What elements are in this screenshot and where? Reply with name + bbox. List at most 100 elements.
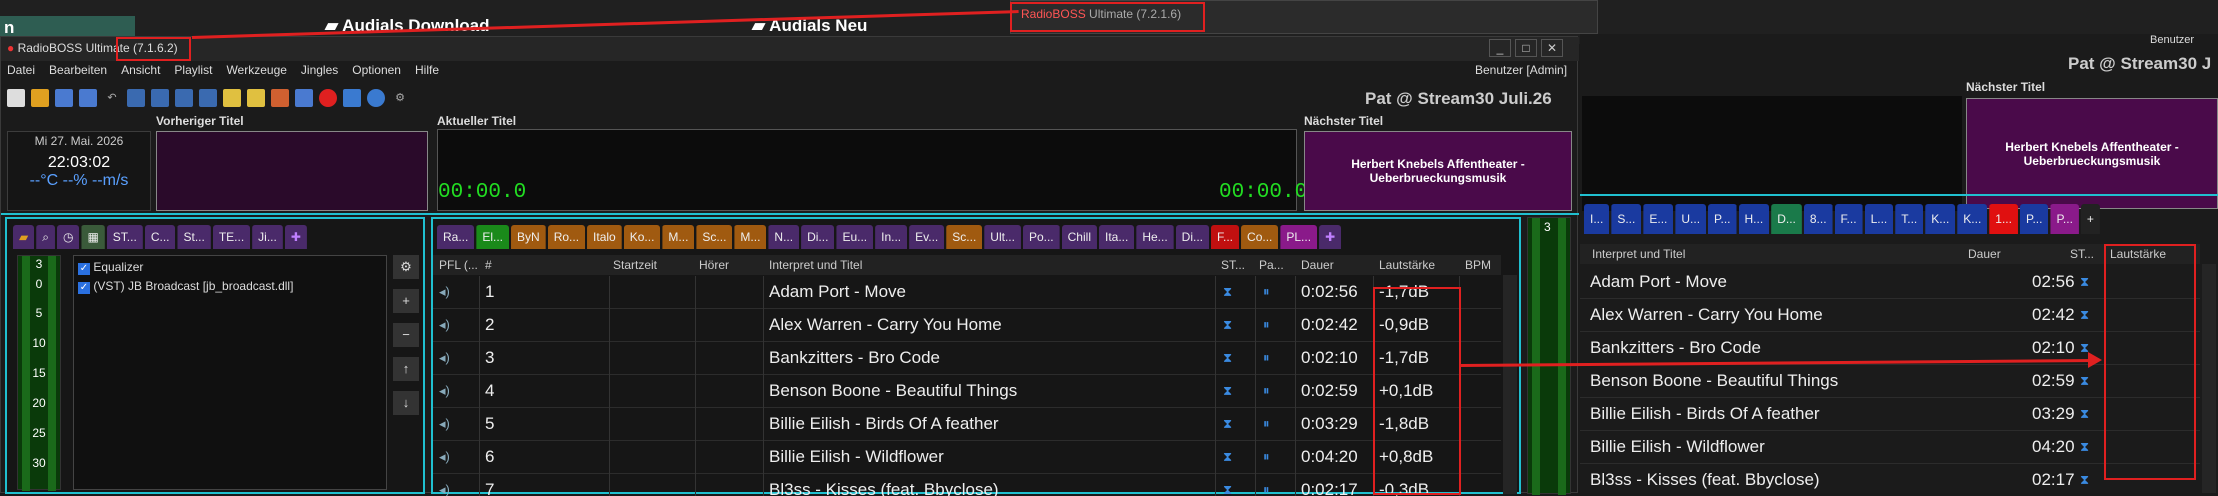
pause-icon[interactable]: ⏸ — [1263, 449, 1270, 465]
left-tab-ji[interactable]: Ji... — [252, 225, 283, 249]
playlist-tab[interactable]: Po... — [1022, 225, 1060, 249]
playlist-tab[interactable]: El... — [476, 225, 510, 249]
menu-ansicht[interactable]: Ansicht — [121, 63, 160, 83]
add-tab-button[interactable]: ✚ — [284, 225, 307, 249]
col-pa[interactable]: Pa... — [1259, 258, 1284, 272]
stop-icon[interactable]: ⧗ — [1223, 449, 1232, 465]
close-button[interactable]: ✕ — [1541, 39, 1563, 57]
table-row[interactable]: ◂) 6 Billie Eilish - Wildflower ⧗ ⏸ 0:04:20 +0… — [433, 441, 1501, 474]
stop-icon[interactable]: ⧗ — [2080, 439, 2089, 455]
playlist-tab[interactable]: PL... — [1280, 225, 1318, 249]
save-icon[interactable] — [55, 89, 73, 107]
col-listeners[interactable]: Hörer — [699, 258, 729, 272]
layout-2-icon[interactable] — [151, 89, 169, 107]
second-next-title[interactable]: Herbert Knebels Affentheater - Ueberbrue… — [1966, 98, 2218, 209]
playlist-scrollbar[interactable] — [1503, 275, 1517, 494]
pause-icon[interactable]: ⏸ — [1263, 416, 1270, 432]
layout-1-icon[interactable] — [127, 89, 145, 107]
speaker-icon[interactable]: ◂) — [439, 383, 450, 399]
second-playlist-tab[interactable]: 1... — [1989, 204, 2018, 234]
second-playlist-tab[interactable]: D... — [1771, 204, 1802, 234]
second-scrollbar[interactable] — [2202, 264, 2216, 493]
search-tab[interactable]: ⌕ — [36, 225, 55, 249]
playlist-tab[interactable]: Ita... — [1098, 225, 1135, 249]
playlist-tab[interactable]: Ra... — [437, 225, 475, 249]
playlist-tab[interactable]: M... — [734, 225, 767, 249]
playlist-tab[interactable]: Ro... — [547, 225, 586, 249]
stop-icon[interactable]: ⧗ — [1223, 317, 1232, 333]
table-row[interactable]: ◂) 4 Benson Boone - Beautiful Things ⧗ ⏸ 0:02… — [433, 375, 1501, 408]
pause-icon[interactable]: ⏸ — [1263, 350, 1270, 366]
playlist-tab[interactable]: Co... — [1241, 225, 1279, 249]
stop-icon[interactable]: ⧗ — [1223, 482, 1232, 496]
left-tab-c[interactable]: C... — [144, 225, 176, 249]
playlist-tab[interactable]: Ko... — [623, 225, 661, 249]
speaker-icon[interactable]: ◂) — [439, 284, 450, 300]
settings-icon[interactable]: ⚙ — [391, 89, 409, 107]
speaker-icon[interactable]: ◂) — [439, 416, 450, 432]
table-row[interactable]: ◂) 5 Billie Eilish - Birds Of A feather ⧗ ⏸ 0… — [433, 408, 1501, 441]
down-icon[interactable]: ↓ — [393, 391, 419, 415]
menu-datei[interactable]: Datei — [7, 63, 35, 83]
stop-icon[interactable]: ⧗ — [2080, 373, 2089, 389]
broadcast-icon[interactable] — [367, 89, 385, 107]
col-bpm[interactable]: BPM — [1465, 258, 1491, 272]
col-artist[interactable]: Interpret und Titel — [769, 258, 862, 272]
add-playlist-tab-button[interactable]: ✚ — [1319, 225, 1342, 249]
second-playlist-tab[interactable]: F... — [1834, 204, 1863, 234]
stop-icon[interactable]: ⧗ — [1223, 416, 1232, 432]
left-tab-te[interactable]: TE... — [212, 225, 251, 249]
pause-icon[interactable]: ⏸ — [1263, 284, 1270, 300]
second-playlist-tab[interactable]: I... — [1584, 204, 1610, 234]
col-pfl[interactable]: PFL (... — [439, 258, 478, 272]
menu-werkzeuge[interactable]: Werkzeuge — [226, 63, 286, 83]
effect-item[interactable]: ✓ Equalizer — [78, 260, 382, 275]
playlist-tab[interactable]: F... — [1211, 225, 1240, 249]
stop-icon[interactable]: ⧗ — [2080, 472, 2089, 488]
second-playlist-tab[interactable]: U... — [1675, 204, 1707, 234]
scheduler-icon[interactable] — [223, 89, 241, 107]
ads-icon[interactable] — [271, 89, 289, 107]
second-playlist-tab[interactable]: P... — [2019, 204, 2049, 234]
playlist-tab[interactable]: Sc... — [946, 225, 983, 249]
undo-icon[interactable]: ↶ — [103, 89, 121, 107]
remove-icon[interactable]: − — [393, 323, 419, 347]
reports-icon[interactable] — [247, 89, 265, 107]
playlist-tab[interactable]: Ev... — [909, 225, 945, 249]
playlist-tab[interactable]: N... — [768, 225, 800, 249]
stats-icon[interactable] — [343, 89, 361, 107]
layout-3-icon[interactable] — [175, 89, 193, 107]
new-icon[interactable] — [7, 89, 25, 107]
playlist-tab[interactable]: Ult... — [984, 225, 1021, 249]
up-icon[interactable]: ↑ — [393, 357, 419, 381]
speaker-icon[interactable]: ◂) — [439, 482, 450, 496]
menu-bearbeiten[interactable]: Bearbeiten — [49, 63, 107, 83]
second-col-st[interactable]: ST... — [2070, 247, 2094, 261]
speaker-icon[interactable]: ◂) — [439, 449, 450, 465]
menu-hilfe[interactable]: Hilfe — [415, 63, 439, 83]
playlist-tab[interactable]: He... — [1136, 225, 1174, 249]
stop-icon[interactable]: ⧗ — [2080, 406, 2089, 422]
stop-icon[interactable]: ⧗ — [2080, 307, 2089, 323]
next-title-box[interactable]: Herbert Knebels Affentheater - Ueberbrue… — [1304, 131, 1572, 211]
minimize-button[interactable]: _ — [1489, 39, 1511, 57]
menu-playlist[interactable]: Playlist — [174, 63, 212, 83]
layout-4-icon[interactable] — [199, 89, 217, 107]
second-playlist-tab[interactable]: E... — [1643, 204, 1674, 234]
bg-tab-1[interactable]: n — [0, 16, 135, 38]
playlist-tab[interactable]: Italo — [587, 225, 622, 249]
table-row[interactable]: ◂) 3 Bankzitters - Bro Code ⧗ ⏸ 0:02:10 -1,7dB — [433, 342, 1501, 375]
second-playlist-tab[interactable]: 8... — [1803, 204, 1833, 234]
second-col-duration[interactable]: Dauer — [1968, 247, 2001, 261]
pause-icon[interactable]: ⏸ — [1263, 383, 1270, 399]
maximize-button[interactable]: □ — [1515, 39, 1537, 57]
second-playlist-tab[interactable]: K... — [1957, 204, 1988, 234]
playlist-tab[interactable]: Sc... — [696, 225, 733, 249]
stop-icon[interactable]: ⧗ — [2080, 274, 2089, 290]
add-icon[interactable]: + — [393, 289, 419, 313]
tools-icon[interactable] — [295, 89, 313, 107]
playlist-tab[interactable]: Chill — [1061, 225, 1097, 249]
menu-optionen[interactable]: Optionen — [352, 63, 401, 83]
second-playlist-tab[interactable]: H... — [1738, 204, 1770, 234]
second-playlist-tab[interactable]: + — [2080, 204, 2100, 234]
